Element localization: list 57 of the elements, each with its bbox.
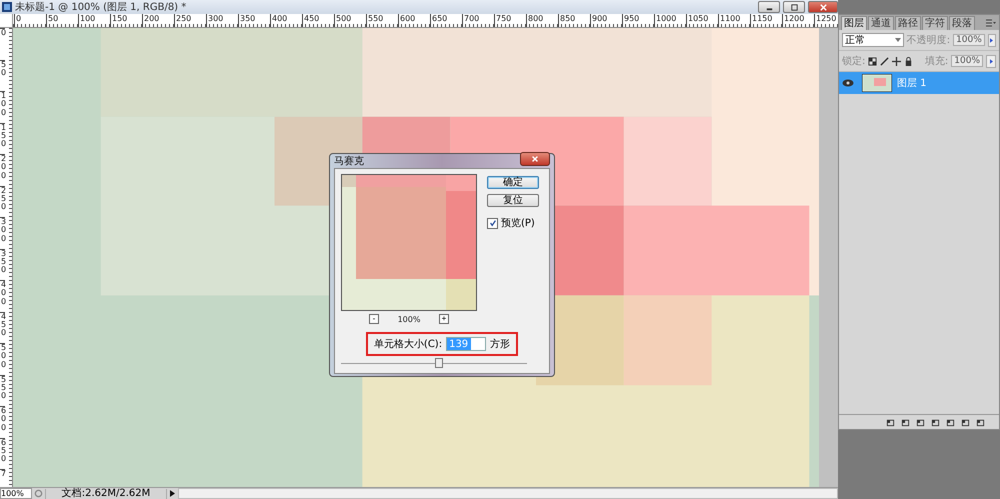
- ruler-label: 50: [0, 60, 6, 91]
- fill-label: 填充:: [924, 54, 948, 68]
- fill-field[interactable]: 100%: [951, 55, 983, 67]
- arrow-icon: [990, 58, 992, 64]
- panel-tab[interactable]: 段落: [949, 16, 975, 30]
- ruler-label: 650: [0, 438, 6, 469]
- opacity-arrow-button[interactable]: [988, 34, 996, 46]
- panel-tool-icon[interactable]: [886, 418, 895, 426]
- ruler-label: 400: [0, 280, 6, 312]
- dropdown-arrow-icon: [894, 38, 901, 42]
- zoom-field[interactable]: 100%: [0, 488, 32, 499]
- opacity-label: 不透明度:: [906, 34, 950, 47]
- lock-label: 锁定:: [842, 54, 866, 68]
- layer-thumbnail: [862, 74, 892, 92]
- menu-arrow-icon[interactable]: [170, 490, 175, 497]
- ruler-label: 500: [0, 343, 6, 374]
- brush-icon[interactable]: [880, 56, 890, 66]
- document-info: 文档:2.62M/2.62M: [45, 488, 167, 498]
- fill-arrow-button[interactable]: [986, 54, 996, 68]
- panel-tool-icon[interactable]: [916, 418, 925, 426]
- maximize-button[interactable]: [783, 1, 805, 13]
- blend-mode-dropdown[interactable]: 正常: [842, 33, 904, 47]
- ruler-label: 250: [0, 186, 6, 217]
- panel-tool-icon[interactable]: [931, 418, 940, 426]
- ruler-label: 600: [0, 406, 6, 438]
- ruler-label: 350: [0, 248, 6, 280]
- horizontal-scrollbar[interactable]: [178, 488, 838, 499]
- ruler-label: 550: [0, 374, 6, 406]
- maximize-icon: [790, 2, 798, 12]
- document-title: 未标题-1 @ 100% (图层 1, RGB/8) *: [15, 0, 186, 14]
- ruler-label: 450: [0, 312, 6, 343]
- panel-tool-icon[interactable]: [901, 418, 910, 426]
- ruler-label: 200: [0, 154, 6, 186]
- arrow-icon: [990, 38, 994, 42]
- ruler-label: 100: [0, 91, 6, 122]
- close-button[interactable]: [808, 1, 838, 13]
- ruler-label: 0: [0, 28, 6, 60]
- panel-tab[interactable]: 字符: [922, 16, 948, 30]
- move-icon[interactable]: [892, 56, 902, 66]
- panel-tool-icon[interactable]: [976, 418, 985, 426]
- menu-icon[interactable]: [986, 19, 996, 27]
- app-logo-icon: [2, 2, 12, 12]
- opacity-field[interactable]: 100%: [953, 34, 985, 46]
- minimize-button[interactable]: [758, 1, 780, 13]
- ruler-label: 150: [0, 122, 6, 154]
- panel-tool-icon[interactable]: [946, 418, 955, 426]
- status-icon: [34, 489, 43, 498]
- panel-tab[interactable]: 图层: [841, 16, 867, 30]
- layer-name: 图层 1: [897, 77, 927, 90]
- panel-tool-icon[interactable]: [961, 418, 970, 426]
- panel-tab[interactable]: 路径: [895, 16, 921, 30]
- lock-icon[interactable]: [904, 56, 914, 66]
- lock-transparency-icon[interactable]: [868, 56, 878, 66]
- eye-icon[interactable]: [842, 79, 854, 87]
- panel-tab[interactable]: 通道: [868, 16, 894, 30]
- close-icon: [818, 2, 828, 12]
- ruler-label: 300: [0, 217, 6, 248]
